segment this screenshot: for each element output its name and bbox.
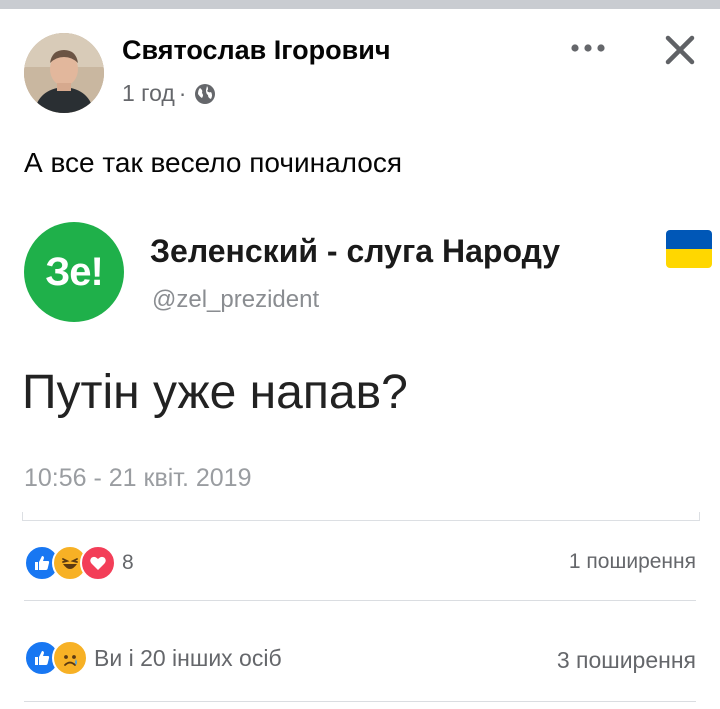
shares-count-original[interactable]: 3 поширення bbox=[557, 647, 696, 674]
post-author-name[interactable]: Святослав Ігорович bbox=[122, 35, 391, 66]
globe-icon bbox=[194, 83, 216, 105]
post-time[interactable]: 1 год bbox=[122, 80, 175, 107]
close-button[interactable] bbox=[656, 28, 704, 72]
reactions-summary-original[interactable]: Ви і 20 інших осіб bbox=[24, 640, 282, 676]
post-meta: 1 год · bbox=[122, 80, 216, 107]
meta-separator: · bbox=[178, 80, 187, 106]
top-bar bbox=[0, 0, 720, 9]
more-options-button[interactable] bbox=[566, 30, 610, 66]
tweet-timestamp: 10:56 - 21 квіт. 2019 bbox=[24, 464, 252, 492]
avatar[interactable] bbox=[24, 33, 104, 113]
reaction-count: 8 bbox=[122, 551, 134, 574]
sad-icon bbox=[52, 640, 88, 676]
tweet-author-name: Зеленский - слуга Народу bbox=[150, 233, 561, 269]
reaction-summary-text: Ви і 20 інших осіб bbox=[94, 644, 282, 671]
divider bbox=[24, 600, 696, 601]
reactions-summary[interactable]: 8 bbox=[24, 545, 134, 581]
shares-count[interactable]: 1 поширення bbox=[569, 550, 696, 574]
tweet-card-border bbox=[22, 512, 700, 521]
close-icon bbox=[665, 35, 695, 65]
post-caption: А все так весело починалося bbox=[24, 147, 403, 178]
ukraine-flag-icon bbox=[666, 230, 712, 268]
tweet-handle: @zel_prezident bbox=[152, 286, 320, 313]
tweet-logo: Зе! bbox=[24, 222, 124, 322]
tweet-logo-text: Зе! bbox=[45, 249, 104, 294]
love-icon bbox=[80, 545, 116, 581]
tweet-text: Путін уже напав? bbox=[22, 366, 408, 419]
divider bbox=[24, 701, 696, 702]
avatar-photo bbox=[24, 33, 104, 113]
more-icon bbox=[571, 44, 605, 52]
